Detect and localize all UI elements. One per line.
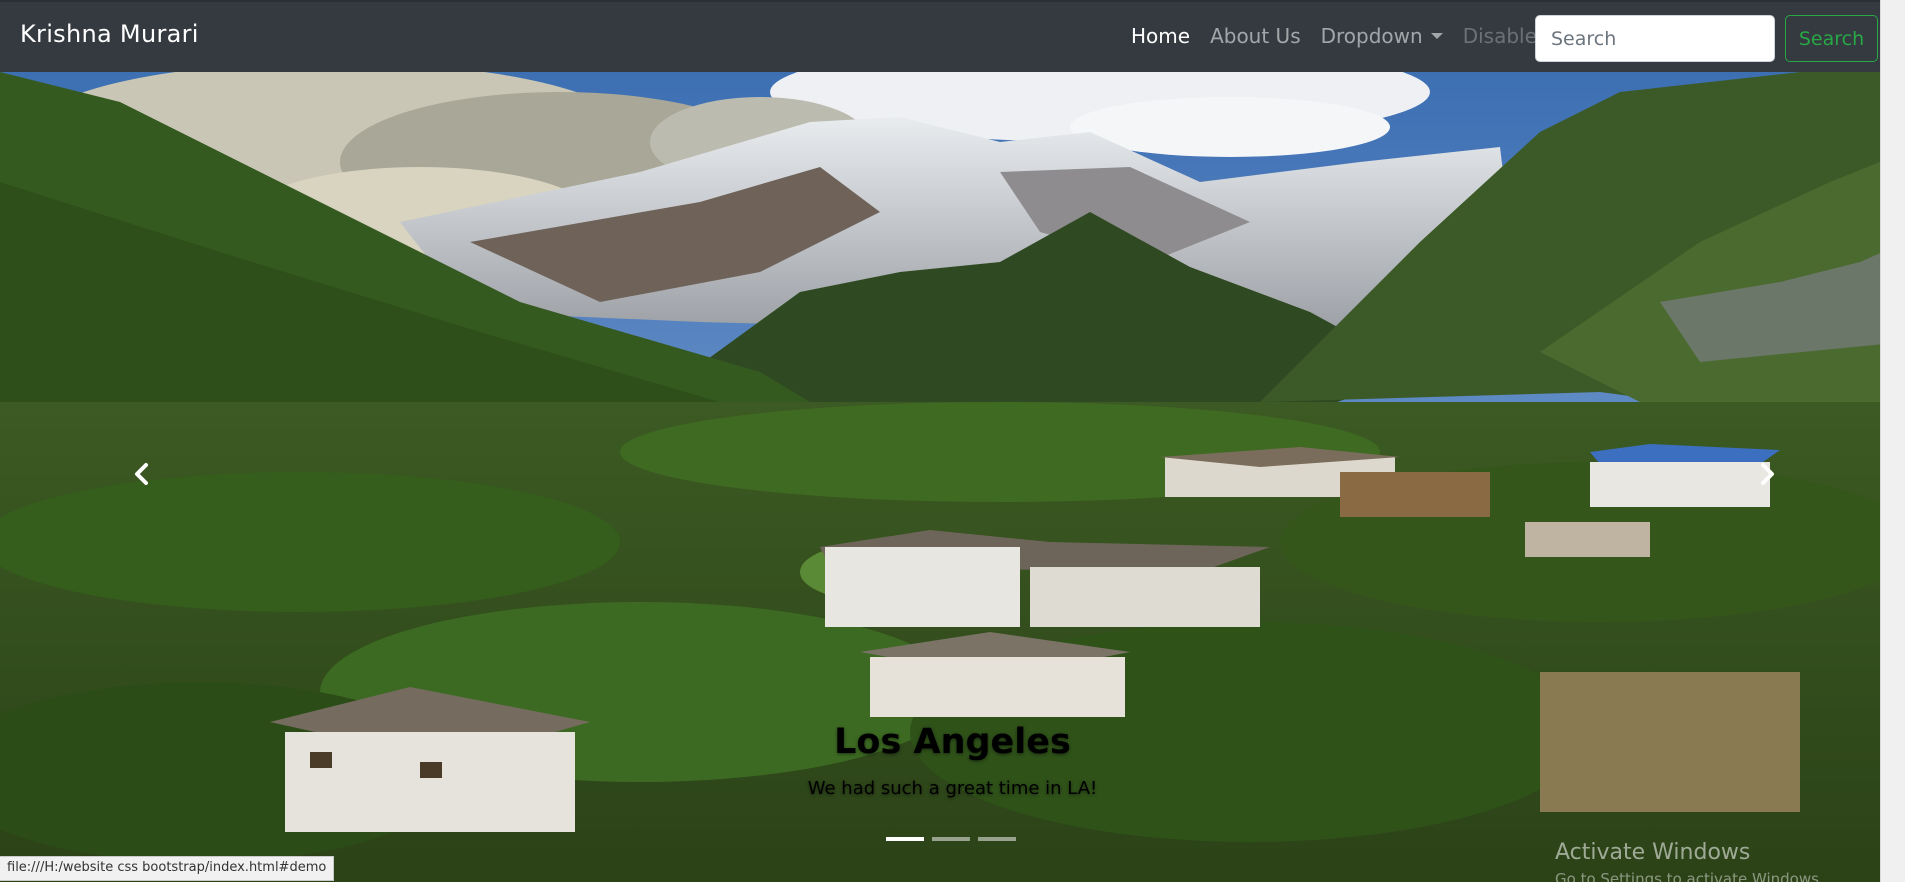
carousel-caption-title: Los Angeles (834, 722, 1071, 762)
carousel-prev-button[interactable] (120, 452, 164, 496)
carousel-indicator-3[interactable] (978, 837, 1016, 841)
search-button[interactable]: Search (1785, 15, 1878, 62)
page-scrollbar[interactable] (1880, 0, 1905, 882)
carousel-caption-text: We had such a great time in LA! (807, 778, 1098, 799)
nav-dropdown-toggle[interactable]: Dropdown (1321, 24, 1443, 48)
nav-link-home[interactable]: Home (1131, 24, 1190, 48)
activate-windows-subtext: Go to Settings to activate Windows. (1555, 870, 1824, 882)
nav-link-about-us[interactable]: About Us (1210, 24, 1301, 48)
caret-down-icon (1430, 33, 1443, 39)
carousel-indicator-1[interactable] (886, 837, 924, 841)
activate-windows-watermark: Activate Windows (1555, 840, 1751, 865)
nav-dropdown-label: Dropdown (1320, 24, 1423, 48)
search-input[interactable] (1535, 15, 1775, 62)
nav-links: Home About Us Dropdown Disabled (1131, 24, 1570, 48)
carousel: Los Angeles We had such a great time in … (0, 72, 1905, 882)
carousel-indicators (886, 837, 1024, 841)
status-bar-url: file:///H:/website css bootstrap/index.h… (0, 856, 335, 881)
carousel-indicator-2[interactable] (932, 837, 970, 841)
carousel-next-button[interactable] (1745, 452, 1789, 496)
navbar: Krishna Murari Home About Us Dropdown Di… (0, 0, 1880, 72)
navbar-brand[interactable]: Krishna Murari (20, 20, 199, 48)
chevron-right-icon (1761, 463, 1774, 485)
chevron-left-icon (135, 463, 148, 485)
